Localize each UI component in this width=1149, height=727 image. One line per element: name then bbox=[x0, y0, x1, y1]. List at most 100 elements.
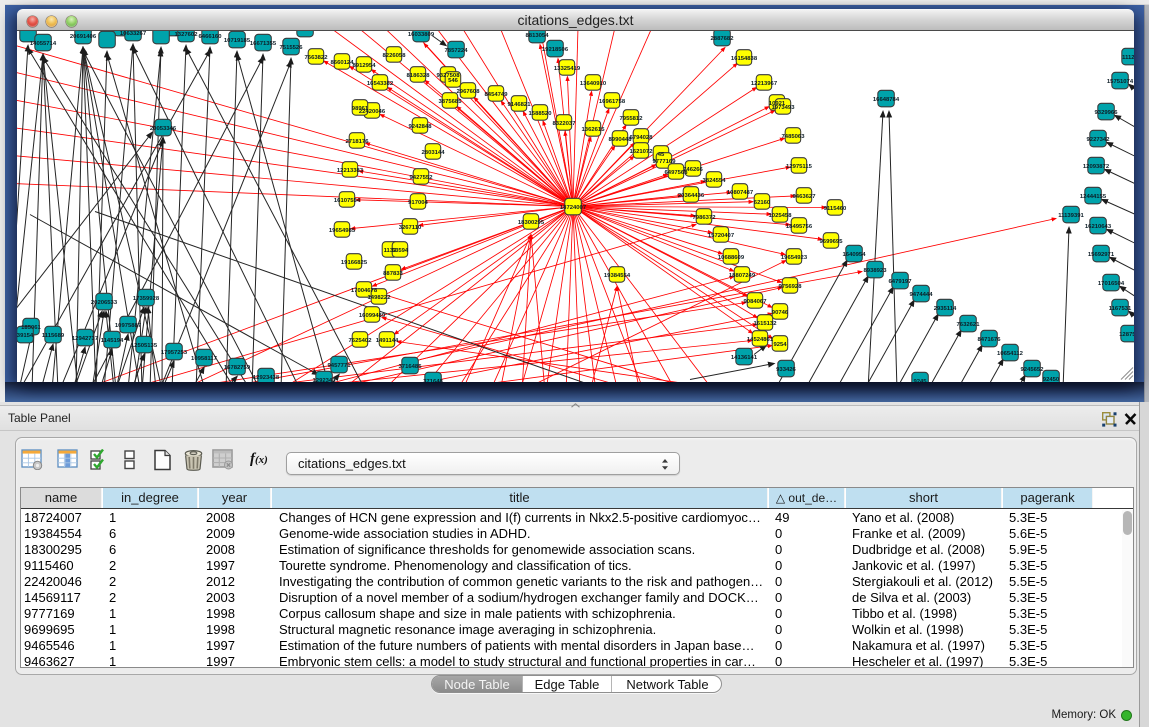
svg-text:6466160: 6466160 bbox=[199, 34, 223, 40]
svg-text:62160: 62160 bbox=[754, 200, 771, 206]
svg-text:1615132: 1615132 bbox=[754, 321, 778, 327]
svg-text:20364436: 20364436 bbox=[678, 193, 705, 199]
svg-text:92450: 92450 bbox=[1043, 377, 1060, 382]
svg-text:2887682: 2887682 bbox=[711, 36, 735, 42]
svg-text:53594: 53594 bbox=[392, 248, 409, 254]
svg-text:3716485: 3716485 bbox=[399, 364, 423, 370]
svg-text:15720407: 15720407 bbox=[708, 233, 735, 239]
svg-text:10688609: 10688609 bbox=[718, 255, 745, 261]
svg-text:19654985: 19654985 bbox=[329, 228, 356, 234]
svg-text:1640954: 1640954 bbox=[843, 252, 867, 258]
svg-text:917004: 917004 bbox=[408, 200, 428, 206]
svg-text:16782759: 16782759 bbox=[224, 365, 251, 371]
svg-text:13325419: 13325419 bbox=[554, 66, 581, 72]
svg-text:7485063: 7485063 bbox=[782, 134, 806, 140]
svg-text:9427552: 9427552 bbox=[410, 175, 434, 181]
svg-text:18300295: 18300295 bbox=[518, 220, 545, 226]
svg-text:16543382: 16543382 bbox=[367, 81, 394, 87]
svg-text:16961758: 16961758 bbox=[599, 99, 626, 105]
svg-text:90746: 90746 bbox=[772, 310, 789, 316]
svg-text:8813054: 8813054 bbox=[526, 33, 550, 39]
svg-text:19218506: 19218506 bbox=[542, 47, 569, 53]
svg-text:128753: 128753 bbox=[1119, 332, 1134, 338]
svg-text:17004678: 17004678 bbox=[351, 288, 378, 294]
svg-text:16648784: 16648784 bbox=[873, 97, 900, 103]
svg-text:6794028: 6794028 bbox=[630, 135, 654, 141]
svg-text:12975115: 12975115 bbox=[786, 164, 813, 170]
svg-text:12213383: 12213383 bbox=[337, 168, 364, 174]
svg-text:1973493: 1973493 bbox=[772, 105, 796, 111]
svg-text:20053346: 20053346 bbox=[150, 126, 177, 132]
svg-text:9084067: 9084067 bbox=[744, 299, 768, 305]
svg-text:14136141: 14136141 bbox=[731, 355, 758, 361]
svg-text:7955812: 7955812 bbox=[620, 116, 644, 122]
svg-text:8660124: 8660124 bbox=[331, 60, 355, 66]
svg-text:1292343: 1292343 bbox=[313, 378, 337, 382]
svg-text:7663822: 7663822 bbox=[305, 55, 329, 61]
svg-text:9245: 9245 bbox=[913, 379, 927, 382]
svg-text:10633267: 10633267 bbox=[120, 31, 147, 37]
svg-text:9254: 9254 bbox=[773, 342, 787, 348]
svg-text:10958117: 10958117 bbox=[191, 356, 218, 362]
svg-text:18724007: 18724007 bbox=[560, 205, 587, 211]
svg-text:10807487: 10807487 bbox=[727, 190, 754, 196]
svg-text:8186328: 8186328 bbox=[407, 73, 431, 79]
svg-text:8912954: 8912954 bbox=[353, 63, 377, 69]
svg-text:2935114: 2935114 bbox=[934, 306, 957, 312]
svg-text:12213967: 12213967 bbox=[751, 81, 778, 87]
svg-text:17957253: 17957253 bbox=[161, 350, 188, 356]
svg-text:3875685: 3875685 bbox=[439, 99, 463, 105]
svg-text:1025458: 1025458 bbox=[769, 213, 793, 219]
svg-text:746266: 746266 bbox=[683, 167, 703, 173]
svg-text:19384554: 19384554 bbox=[604, 273, 631, 279]
svg-text:1498222: 1498222 bbox=[368, 295, 392, 301]
svg-text:9756928: 9756928 bbox=[779, 284, 803, 290]
svg-text:2803144: 2803144 bbox=[422, 150, 446, 156]
svg-text:17359928: 17359928 bbox=[133, 296, 160, 302]
svg-text:7632621: 7632621 bbox=[957, 322, 981, 328]
svg-text:7986372: 7986372 bbox=[693, 215, 717, 221]
svg-text:16154838: 16154838 bbox=[731, 56, 758, 62]
svg-text:16210643: 16210643 bbox=[1085, 224, 1112, 230]
svg-text:9463627: 9463627 bbox=[793, 194, 817, 200]
svg-text:2718176: 2718176 bbox=[346, 139, 370, 145]
svg-text:3824554: 3824554 bbox=[703, 178, 727, 184]
svg-text:19654923: 19654923 bbox=[781, 255, 808, 261]
svg-text:9777169: 9777169 bbox=[653, 159, 677, 165]
svg-text:14524861: 14524861 bbox=[747, 337, 774, 343]
svg-text:9227342: 9227342 bbox=[1087, 137, 1111, 143]
svg-text:10719185: 10719185 bbox=[224, 38, 251, 44]
svg-text:8226058: 8226058 bbox=[383, 53, 407, 59]
svg-text:9242848: 9242848 bbox=[409, 124, 433, 130]
svg-text:19166825: 19166825 bbox=[341, 260, 368, 266]
svg-text:11121: 11121 bbox=[1122, 55, 1134, 61]
svg-text:14055714: 14055714 bbox=[30, 41, 57, 47]
svg-text:9146821: 9146821 bbox=[508, 102, 532, 108]
svg-text:12942737: 12942737 bbox=[72, 336, 99, 342]
svg-text:1588520: 1588520 bbox=[529, 111, 553, 117]
svg-text:9329966: 9329966 bbox=[1095, 110, 1119, 116]
svg-text:15751074: 15751074 bbox=[1107, 79, 1134, 85]
svg-text:12505135: 12505135 bbox=[131, 343, 158, 349]
svg-text:1145194: 1145194 bbox=[101, 338, 124, 344]
svg-text:17016504: 17016504 bbox=[1098, 281, 1125, 287]
svg-text:39154: 39154 bbox=[17, 333, 34, 339]
svg-text:2967608: 2967608 bbox=[457, 89, 481, 95]
svg-text:45: 45 bbox=[658, 152, 665, 158]
svg-text:9245652: 9245652 bbox=[1021, 367, 1045, 373]
svg-text:18495756: 18495756 bbox=[786, 224, 813, 230]
svg-text:12923438: 12923438 bbox=[253, 375, 280, 381]
svg-text:8938923: 8938923 bbox=[864, 268, 888, 274]
svg-text:1115689: 1115689 bbox=[42, 333, 65, 339]
svg-text:9115460: 9115460 bbox=[824, 206, 847, 212]
svg-text:8322037: 8322037 bbox=[553, 121, 577, 127]
svg-text:933426: 933426 bbox=[776, 367, 796, 373]
svg-text:13640910: 13640910 bbox=[580, 81, 607, 87]
svg-text:546: 546 bbox=[448, 78, 459, 84]
svg-text:16107554: 16107554 bbox=[334, 198, 361, 204]
svg-text:185061: 185061 bbox=[21, 325, 41, 331]
svg-text:887833: 887833 bbox=[383, 271, 403, 277]
svg-text:18807249: 18807249 bbox=[729, 273, 756, 279]
svg-text:20206533: 20206533 bbox=[91, 300, 118, 306]
svg-text:3267110: 3267110 bbox=[399, 225, 422, 231]
